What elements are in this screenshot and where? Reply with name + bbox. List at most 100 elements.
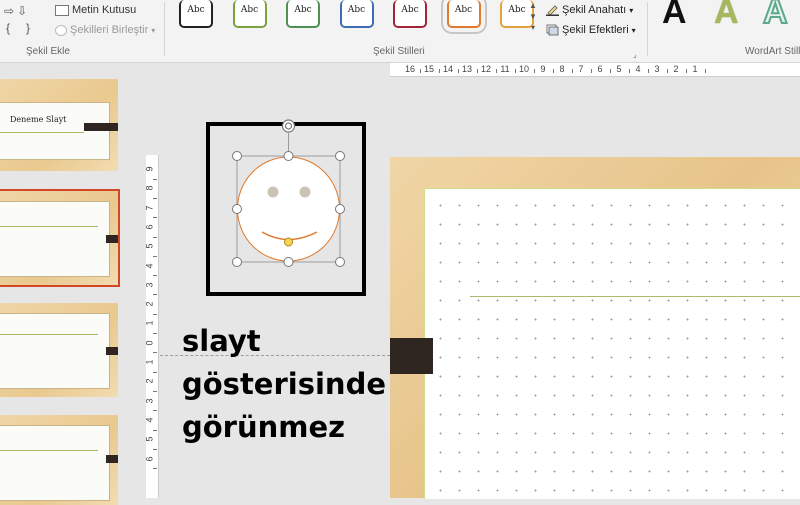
left-brace-shape-icon[interactable]: { xyxy=(6,21,10,35)
chevron-down-icon: ▾ xyxy=(629,5,634,15)
thumbnail-content xyxy=(0,201,110,277)
slide-thumbnail-panel: Deneme Slayt xyxy=(0,63,140,505)
ruler-tick xyxy=(153,410,157,412)
ruler-tick-label: 3 xyxy=(654,64,660,74)
note-line: gösterisinde xyxy=(182,367,386,401)
slide-thumbnail-2[interactable] xyxy=(0,189,120,287)
resize-handle-bottom-left[interactable] xyxy=(232,257,242,267)
ruler-tick-label: 4 xyxy=(635,64,641,74)
wordart-style-sample[interactable]: A xyxy=(662,0,687,32)
shape-style-swatch[interactable]: Abc xyxy=(179,0,213,28)
ruler-tick xyxy=(153,390,157,392)
resize-handle-top-right[interactable] xyxy=(335,151,345,161)
ruler-tick-label: 5 xyxy=(146,244,155,249)
resize-handle-top[interactable] xyxy=(283,151,294,161)
ruler-tick xyxy=(704,69,706,73)
merge-shapes-icon xyxy=(55,24,67,36)
slide-canvas[interactable] xyxy=(424,188,800,499)
thumbnail-accent-line xyxy=(0,132,84,133)
shape-gallery-row-1[interactable]: ⇨ ⇩ xyxy=(4,4,27,18)
ruler-tick xyxy=(153,448,157,450)
hidden-in-slideshow-note: slayt gösterisinde görünmez xyxy=(182,320,402,449)
ruler-tick-label: 7 xyxy=(578,64,584,74)
thumbnail-tab xyxy=(84,123,118,131)
shape-style-swatch[interactable]: Abc xyxy=(232,0,267,28)
ruler-tick xyxy=(153,313,157,315)
thumbnail-tab xyxy=(106,235,118,243)
text-box-button[interactable]: Metin Kutusu xyxy=(55,4,136,16)
adjustment-handle[interactable] xyxy=(284,237,293,247)
ruler-tick-label: 6 xyxy=(597,64,603,74)
thumbnail-accent-line xyxy=(0,334,98,335)
group-divider xyxy=(647,2,648,56)
wordart-style-sample[interactable]: A xyxy=(762,0,789,32)
ruler-tick xyxy=(685,69,687,73)
slide-thumbnail-1[interactable]: Deneme Slayt xyxy=(0,79,118,171)
merge-shapes-button[interactable]: Şekilleri Birleştir ▾ xyxy=(55,24,155,36)
thumbnail-tab xyxy=(106,347,118,355)
resize-handle-right[interactable] xyxy=(335,204,345,214)
ruler-tick xyxy=(153,236,157,238)
shape-outline-button[interactable]: Şekil Anahatı ▾ xyxy=(546,4,633,16)
group-divider xyxy=(164,2,165,56)
ruler-tick xyxy=(647,69,649,73)
pen-icon xyxy=(546,5,559,16)
ruler-tick xyxy=(495,69,497,73)
ruler-tick-label: 12 xyxy=(480,64,492,74)
shape-style-swatch[interactable]: Abc xyxy=(393,0,427,28)
shape-effects-button[interactable]: Şekil Efektleri ▾ xyxy=(546,24,636,36)
horizontal-ruler: 16 15 14 13 12 11 10 9 8 7 6 5 4 3 2 1 xyxy=(390,63,800,77)
ruler-tick-label: 0 xyxy=(146,340,155,345)
ruler-tick-label: 6 xyxy=(146,224,155,229)
chevron-down-icon[interactable]: ▼ xyxy=(529,11,537,22)
down-arrow-shape-icon[interactable]: ⇩ xyxy=(17,4,27,18)
ruler-tick xyxy=(153,294,157,296)
ruler-tick xyxy=(476,69,478,73)
ruler-tick xyxy=(533,69,535,73)
gallery-more-icon[interactable]: ▾ xyxy=(531,22,535,33)
thumbnail-content xyxy=(0,313,110,389)
ruler-tick xyxy=(153,371,157,373)
chevron-up-icon[interactable]: ▲ xyxy=(529,0,537,11)
ruler-tick xyxy=(666,69,668,73)
slide-thumbnail-4[interactable] xyxy=(0,415,118,505)
rotate-handle-icon[interactable] xyxy=(281,119,296,133)
resize-handle-left[interactable] xyxy=(232,204,242,214)
gallery-scroll[interactable]: ▲ ▼ ▾ xyxy=(527,0,539,40)
wordart-style-sample[interactable]: A xyxy=(714,0,739,32)
thumbnail-accent-line xyxy=(0,450,98,451)
ruler-tick-label: 8 xyxy=(559,64,565,74)
shape-style-swatch[interactable]: Abc xyxy=(286,0,320,28)
thumbnail-title: Deneme Slayt xyxy=(10,115,67,124)
resize-handle-bottom[interactable] xyxy=(283,257,294,267)
chevron-down-icon: ▾ xyxy=(631,25,636,35)
slide-thumbnail-3[interactable] xyxy=(0,303,118,397)
chevron-down-icon: ▾ xyxy=(151,25,156,35)
right-arrow-shape-icon[interactable]: ⇨ xyxy=(4,4,14,18)
ruler-tick xyxy=(552,69,554,73)
ruler-tick xyxy=(609,69,611,73)
dialog-launcher-icon[interactable]: ⌟ xyxy=(633,50,637,59)
smiley-shape[interactable] xyxy=(228,115,352,271)
smiley-eye-right xyxy=(299,186,311,198)
shape-gallery-row-2[interactable]: { } xyxy=(6,21,30,35)
ruler-tick xyxy=(153,217,157,219)
ruler-tick-label: 10 xyxy=(518,64,530,74)
insert-shapes-group-label: Şekil Ekle xyxy=(26,46,70,57)
ruler-tick-label: 2 xyxy=(146,302,155,307)
resize-handle-top-left[interactable] xyxy=(232,151,242,161)
right-brace-shape-icon[interactable]: } xyxy=(26,21,30,35)
shape-effects-icon xyxy=(546,24,559,36)
ruler-tick xyxy=(153,468,157,470)
ruler-tick-label: 9 xyxy=(540,64,546,74)
ruler-tick-label: 8 xyxy=(146,186,155,191)
note-line: görünmez xyxy=(182,410,346,444)
ruler-tick xyxy=(419,69,421,73)
smiley-eye-left xyxy=(267,186,279,198)
ruler-tick-label: 14 xyxy=(442,64,454,74)
ruler-tick xyxy=(438,69,440,73)
shape-style-swatch[interactable]: Abc xyxy=(440,0,487,34)
ruler-tick-label: 16 xyxy=(404,64,416,74)
shape-style-swatch[interactable]: Abc xyxy=(339,0,374,28)
resize-handle-bottom-right[interactable] xyxy=(335,257,345,267)
